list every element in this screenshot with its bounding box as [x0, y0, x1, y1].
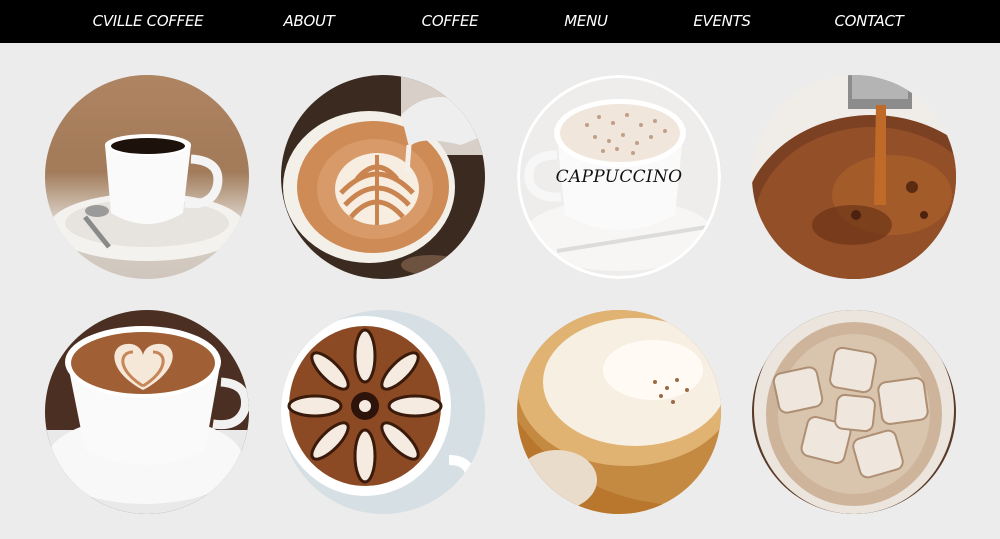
nav-item-menu[interactable]: MENU	[564, 0, 608, 43]
coffee-gallery: CAPPUCCINO	[0, 43, 1000, 539]
nav-item-about[interactable]: ABOUT	[283, 0, 334, 43]
creamy-coffee-image	[517, 310, 721, 514]
gallery-tile-latte-pour[interactable]	[281, 75, 485, 279]
tile-hover-ring	[517, 75, 721, 279]
latte-pour-image	[281, 75, 485, 279]
gallery-tile-creamy-coffee[interactable]	[517, 310, 721, 514]
gallery-tile-cappuccino[interactable]: CAPPUCCINO	[517, 75, 721, 279]
gallery-tile-heart-latte[interactable]	[45, 310, 249, 514]
nav-item-coffee[interactable]: COFFEE	[422, 0, 479, 43]
nav-item-cville-coffee[interactable]: CVILLE COFFEE	[93, 0, 204, 43]
top-navigation-bar: CVILLE COFFEE ABOUT COFFEE MENU EVENTS C…	[0, 0, 1000, 43]
chocolate-swirl-image	[281, 310, 485, 514]
heart-latte-image	[45, 310, 249, 514]
nav-item-events[interactable]: EVENTS	[693, 0, 751, 43]
espresso-pour-image	[752, 75, 956, 279]
black-coffee-image	[45, 75, 249, 279]
iced-coffee-image	[752, 310, 956, 514]
gallery-tile-iced-coffee[interactable]	[752, 310, 956, 514]
gallery-tile-espresso[interactable]	[752, 75, 956, 279]
gallery-tile-black-coffee[interactable]	[45, 75, 249, 279]
gallery-tile-chocolate-swirl[interactable]	[281, 310, 485, 514]
nav-item-contact[interactable]: CONTACT	[834, 0, 903, 43]
